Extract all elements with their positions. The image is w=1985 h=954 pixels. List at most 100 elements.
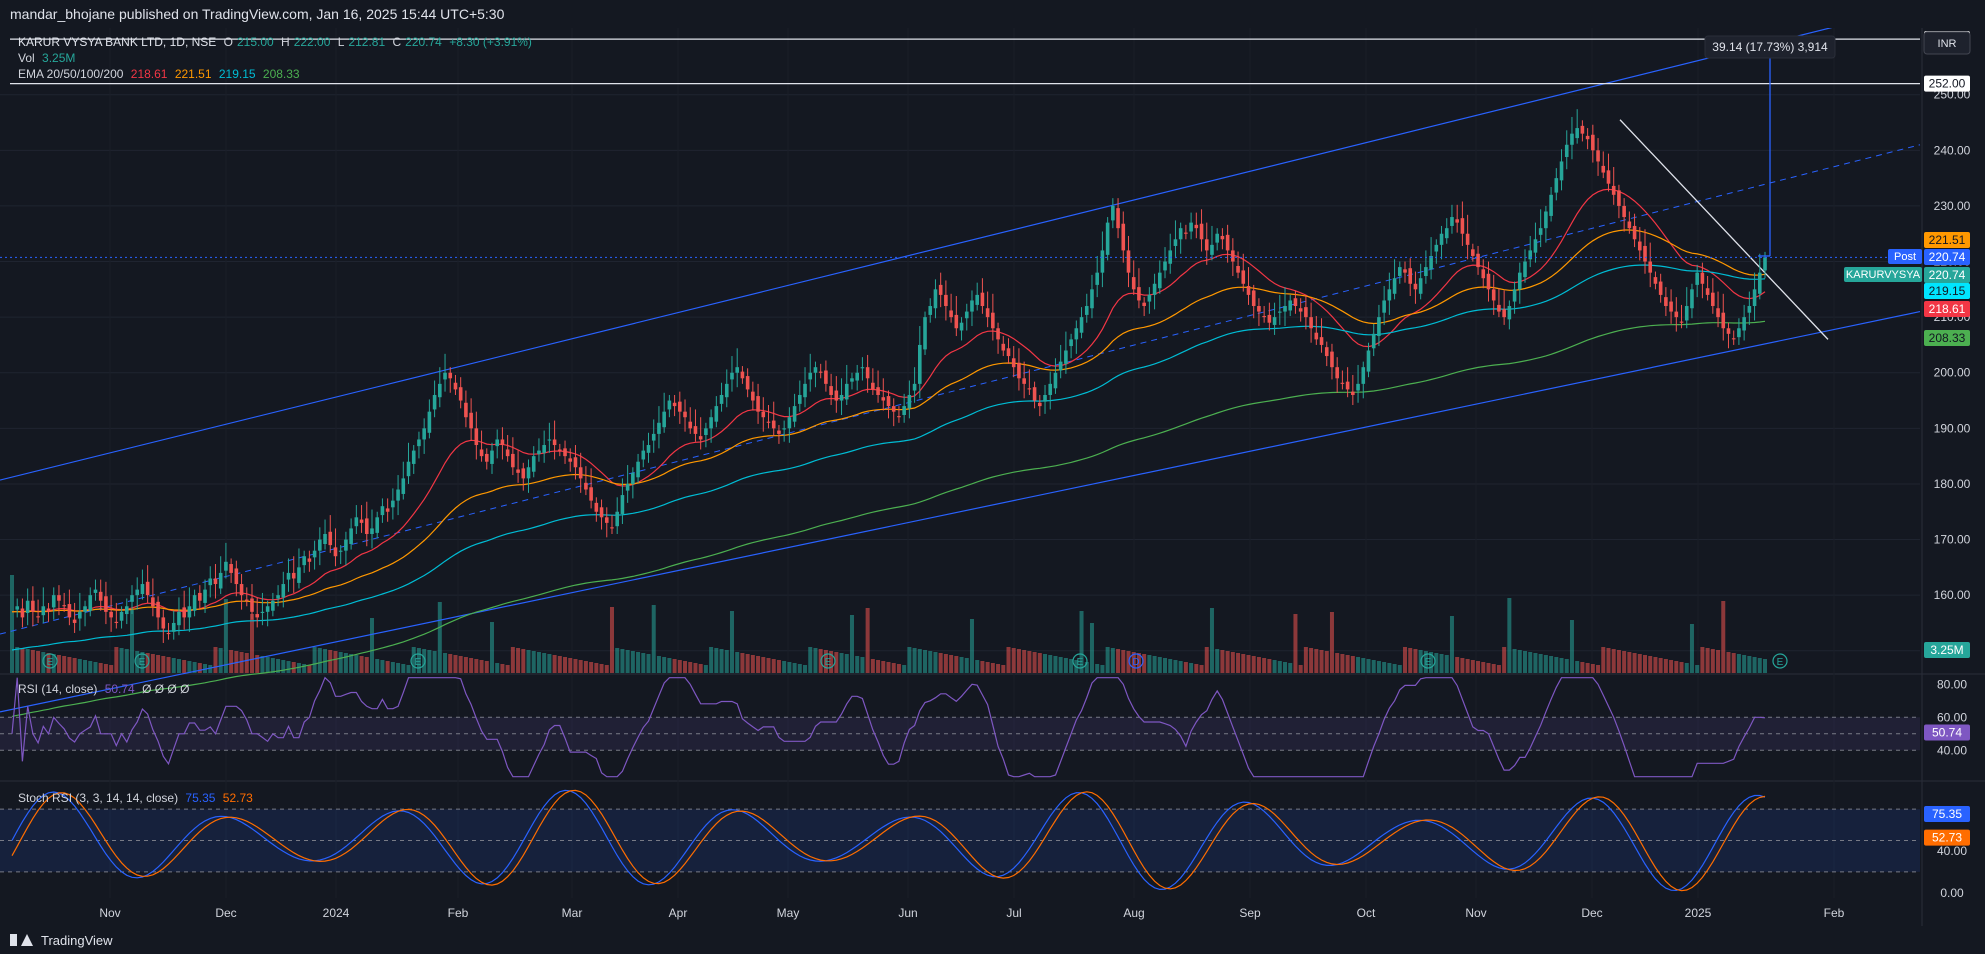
candle-body	[490, 450, 494, 464]
candle-body	[411, 450, 416, 464]
candle-body	[1664, 297, 1668, 307]
candle-body	[1763, 257, 1767, 271]
volume-bar	[1319, 650, 1324, 673]
time-label: Feb	[448, 906, 469, 920]
volume-bar	[1679, 662, 1684, 673]
candle-body	[991, 312, 995, 329]
volume-bar	[1695, 665, 1700, 673]
candle-body	[1471, 249, 1475, 256]
candle-body	[1705, 288, 1710, 295]
volume-bar	[636, 652, 641, 673]
volume-bar	[1215, 649, 1220, 673]
price-chart[interactable]: 150.00160.00170.00180.00190.00200.00210.…	[0, 28, 1985, 926]
candle-body	[1111, 205, 1115, 221]
volume-bar	[1022, 650, 1027, 673]
candle-body	[589, 487, 593, 501]
volume-bar	[1444, 655, 1449, 673]
candle-body	[1340, 382, 1345, 384]
candle-body	[1377, 317, 1381, 337]
candle-body	[1095, 272, 1099, 285]
volume-bar	[182, 660, 187, 673]
volume-bar	[1616, 650, 1621, 673]
candle-body	[1277, 311, 1282, 313]
open-value: 215.00	[236, 35, 274, 49]
tradingview-logo-icon	[10, 934, 35, 946]
candle-body	[1324, 347, 1329, 357]
volume-bar	[808, 647, 813, 673]
candle-body	[1121, 223, 1126, 251]
tag-ema100: 219.15	[1929, 284, 1966, 298]
volume-bar	[1512, 649, 1517, 673]
volume-bar	[1001, 665, 1006, 673]
volume-bar	[1293, 614, 1298, 673]
candle-body	[792, 406, 797, 422]
volume-bar	[463, 657, 468, 673]
volume-bar	[1183, 662, 1188, 673]
candle-body	[354, 517, 359, 527]
candle-body	[203, 589, 207, 603]
candle-body	[1345, 381, 1350, 390]
vol-value: 3.25M	[42, 51, 76, 65]
candle-body	[740, 371, 745, 379]
time-label: Oct	[1357, 906, 1376, 920]
volume-bar	[30, 650, 35, 673]
volume-bar	[114, 647, 119, 673]
candle-body	[161, 617, 166, 629]
volume-bar	[333, 651, 338, 673]
candle-body	[1011, 358, 1016, 368]
candle-body	[688, 421, 693, 429]
time-label: Nov	[1465, 906, 1486, 920]
candle-body	[1653, 277, 1658, 284]
volume-bar	[260, 656, 265, 673]
candle-body	[1392, 278, 1397, 294]
candle-body	[970, 300, 974, 312]
time-label: Nov	[99, 906, 120, 920]
volume-bar	[1204, 647, 1209, 673]
volume-bar	[688, 662, 693, 673]
candle-body	[667, 400, 672, 410]
volume-bar	[1643, 655, 1648, 673]
volume-bar	[1053, 656, 1058, 673]
volume-bar	[683, 661, 688, 673]
candle-body	[516, 469, 520, 473]
candle-body	[151, 597, 155, 607]
volume-bar	[443, 653, 448, 673]
candle-body	[177, 611, 181, 626]
candle-body	[625, 483, 630, 491]
volume-bar	[1397, 665, 1402, 673]
candle-body	[771, 420, 776, 429]
volume-bar	[1580, 662, 1585, 673]
currency-badge[interactable]: INR	[1923, 31, 1971, 55]
candle-body	[1497, 304, 1501, 312]
volume-bar	[990, 663, 995, 673]
earnings-marker-text: E	[47, 657, 54, 668]
volume-bar	[1627, 652, 1632, 673]
volume-bar	[928, 651, 933, 673]
candle-body	[1486, 273, 1491, 290]
volume-bar	[166, 657, 171, 673]
volume-bar	[651, 605, 656, 673]
candle-body	[803, 383, 807, 398]
rsi-tick: 40.00	[1937, 743, 1967, 757]
candle-body	[735, 367, 739, 373]
volume-bar	[959, 657, 964, 673]
candle-body	[1163, 261, 1167, 271]
candle-body	[1465, 233, 1470, 245]
volume-bar	[975, 660, 980, 673]
stoch-label: Stoch RSI (3, 3, 14, 14, close)	[18, 791, 179, 805]
tag-vol: 3.25M	[1930, 643, 1963, 657]
volume-bar	[792, 663, 797, 673]
candle-body	[208, 578, 213, 586]
rsi-tick: 80.00	[1937, 677, 1967, 691]
time-label: May	[777, 906, 800, 920]
volume-bar	[1549, 656, 1554, 673]
volume-bar	[1747, 656, 1752, 673]
candle-body	[453, 382, 458, 390]
price-tick: 160.00	[1934, 588, 1971, 602]
volume-bar	[980, 661, 985, 673]
tag-ema50: 221.51	[1929, 233, 1966, 247]
volume-bar	[1277, 661, 1282, 673]
candle-body	[1742, 317, 1746, 331]
candle-body	[156, 601, 160, 618]
tag-252: 252.00	[1929, 77, 1966, 91]
